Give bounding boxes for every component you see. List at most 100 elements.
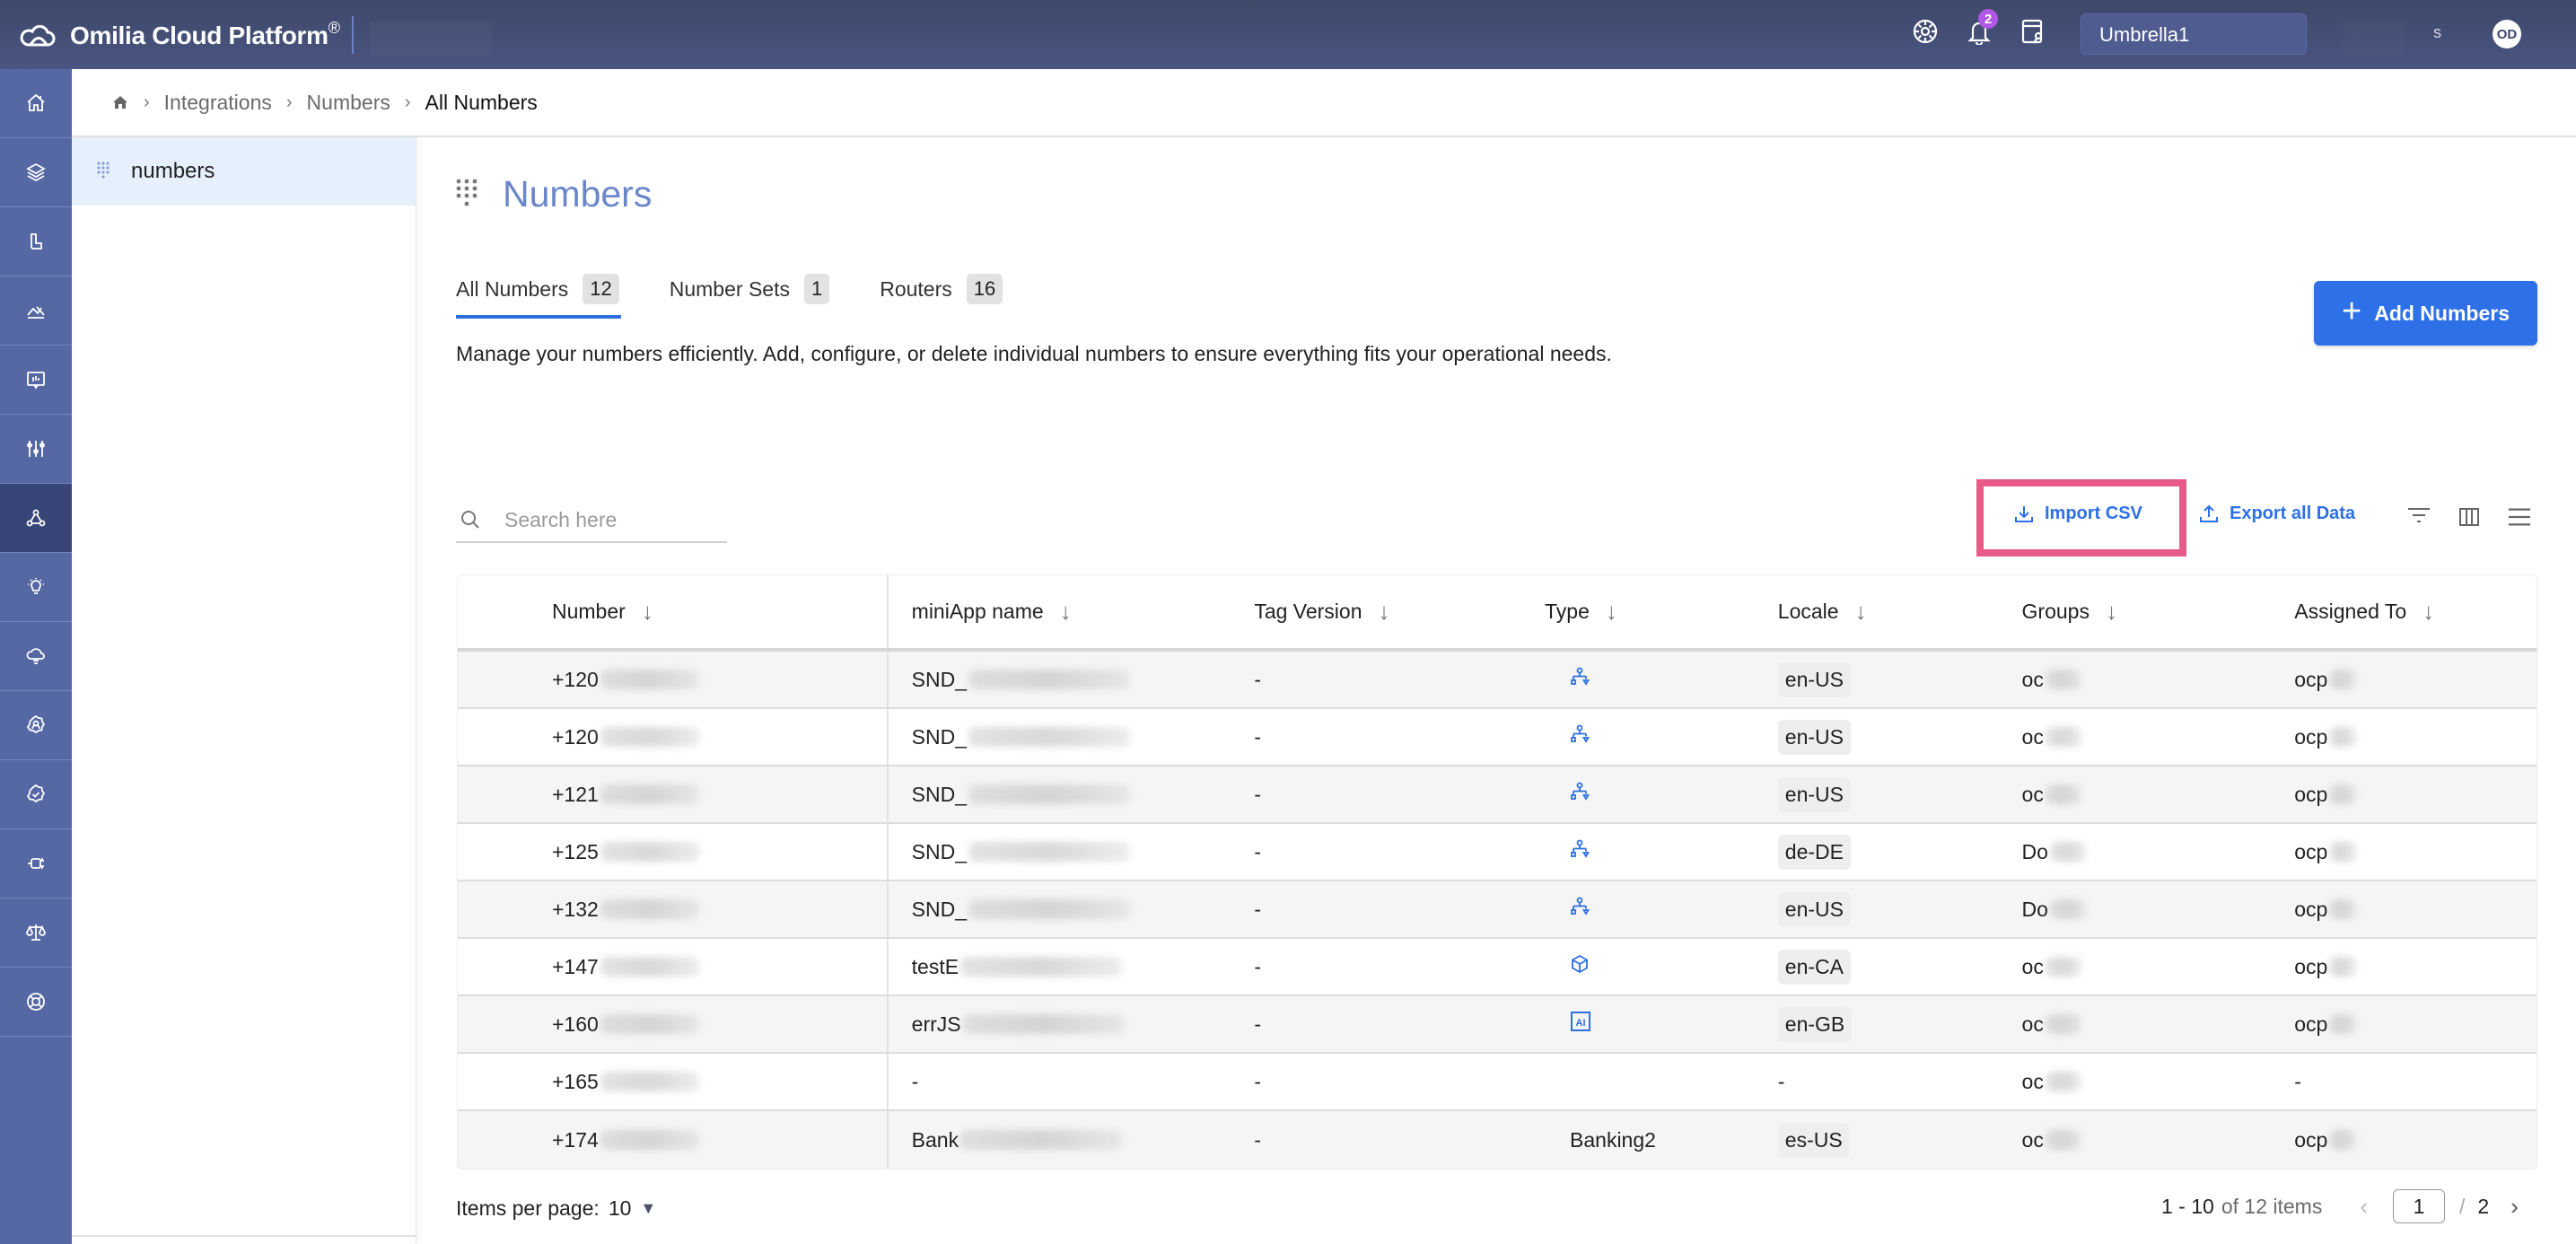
connector-icon bbox=[28, 858, 44, 869]
redacted-text bbox=[2329, 899, 2357, 919]
sort-arrow-icon[interactable]: ↓ bbox=[1855, 598, 1867, 626]
redacted-text bbox=[2329, 727, 2357, 747]
breadcrumb-numbers[interactable]: Numbers bbox=[307, 91, 390, 115]
table-row[interactable]: +174 Bank - Banking2 es-US oc ocp bbox=[458, 1111, 2537, 1169]
column-groups[interactable]: Groups ↓ bbox=[2022, 575, 2295, 648]
tab-number-sets[interactable]: Number Sets 1 bbox=[670, 268, 830, 310]
filter-icon[interactable] bbox=[2407, 505, 2431, 529]
user-avatar[interactable]: OD bbox=[2493, 20, 2521, 48]
locale-chip: en-US bbox=[1777, 661, 1851, 697]
rail-item-layers[interactable] bbox=[0, 138, 72, 207]
sort-arrow-icon[interactable]: ↓ bbox=[2423, 598, 2434, 626]
cell-assigned-to: ocp bbox=[2294, 709, 2537, 765]
tenant-selector[interactable]: Umbrella1 bbox=[2081, 13, 2307, 55]
redacted-text bbox=[960, 1130, 1123, 1150]
rail-item-cloud[interactable] bbox=[0, 622, 72, 691]
rail-item-integrations[interactable] bbox=[0, 484, 72, 553]
prev-page-icon[interactable]: ‹ bbox=[2360, 1193, 2368, 1221]
upload-icon bbox=[2200, 504, 2218, 522]
groups-value: oc bbox=[2021, 1127, 2044, 1152]
export-all-data-button[interactable]: Export all Data bbox=[2199, 504, 2355, 524]
cell-groups: Do bbox=[2022, 824, 2295, 880]
rail-item-home[interactable] bbox=[0, 69, 72, 138]
license-key-icon[interactable] bbox=[2020, 16, 2046, 47]
breadcrumb-integrations[interactable]: Integrations bbox=[164, 91, 272, 115]
table-row[interactable]: +125 SND_ - de-DE Do ocp bbox=[458, 824, 2537, 881]
cell-assigned-to: ocp bbox=[2294, 652, 2537, 707]
cell-groups: oc bbox=[2022, 709, 2295, 765]
redacted-text bbox=[968, 784, 1131, 804]
rail-item-insights[interactable] bbox=[0, 553, 72, 622]
table-row[interactable]: +165 - - - oc - bbox=[458, 1054, 2537, 1111]
column-locale[interactable]: Locale ↓ bbox=[1778, 575, 2022, 648]
rail-item-analytics[interactable] bbox=[0, 276, 72, 346]
rail-item-monitor[interactable] bbox=[0, 346, 72, 415]
rail-item-connector[interactable] bbox=[0, 829, 72, 898]
redacted-header-field bbox=[370, 22, 492, 56]
density-menu-icon[interactable] bbox=[2508, 505, 2531, 529]
add-numbers-label: Add Numbers bbox=[2374, 301, 2510, 325]
locale-chip: es-US bbox=[1777, 1122, 1850, 1158]
rail-item-bots[interactable] bbox=[0, 207, 72, 276]
help-wheel-icon[interactable] bbox=[1912, 16, 1939, 47]
cell-groups: oc bbox=[2022, 939, 2295, 994]
table-row[interactable]: +120 SND_ - en-US oc ocp bbox=[458, 709, 2537, 767]
tag-version-value: - bbox=[1254, 954, 1261, 978]
cell-type: AI bbox=[1534, 996, 1778, 1052]
cell-assigned-to: ocp bbox=[2294, 939, 2537, 994]
table-row[interactable]: +120 SND_ - en-US oc ocp bbox=[458, 652, 2537, 709]
sort-arrow-icon[interactable]: ↓ bbox=[1379, 598, 1390, 626]
redacted-text bbox=[2329, 957, 2357, 977]
page-number-input[interactable] bbox=[2393, 1189, 2445, 1223]
tab-all-numbers[interactable]: All Numbers 12 bbox=[456, 268, 621, 319]
subnav-item-numbers[interactable]: numbers bbox=[72, 137, 416, 206]
tab-routers[interactable]: Routers 16 bbox=[880, 268, 1003, 310]
items-per-page-value[interactable]: 10 bbox=[609, 1196, 632, 1221]
rail-item-compliance[interactable] bbox=[0, 898, 72, 968]
page-separator: / bbox=[2459, 1194, 2466, 1218]
tag-version-value: - bbox=[1254, 1012, 1261, 1036]
caret-down-icon[interactable]: ▼ bbox=[640, 1199, 656, 1218]
search-input[interactable] bbox=[504, 507, 720, 532]
cell-type bbox=[1534, 824, 1778, 880]
locale-chip: en-US bbox=[1777, 891, 1851, 927]
table-row[interactable]: +132 SND_ - en-US Do ocp bbox=[458, 881, 2537, 939]
column-miniapp-name[interactable]: miniApp name ↓ bbox=[889, 575, 1248, 648]
cell-tag-version: - bbox=[1247, 1111, 1534, 1169]
search-field[interactable] bbox=[456, 498, 727, 543]
rail-item-settings[interactable] bbox=[0, 415, 72, 484]
notifications-bell-icon[interactable]: 2 bbox=[1966, 9, 1998, 47]
router-flow-icon bbox=[1570, 839, 1590, 864]
brand[interactable]: Omilia Cloud Platform® bbox=[18, 18, 340, 50]
sort-arrow-icon[interactable]: ↓ bbox=[2106, 598, 2117, 626]
redacted-text bbox=[2045, 1014, 2081, 1034]
table-row[interactable]: +147 testE - en-CA oc ocp bbox=[458, 939, 2537, 996]
table-row[interactable]: +121 SND_ - en-US oc ocp bbox=[458, 767, 2537, 824]
redacted-user-name bbox=[2343, 20, 2404, 56]
redacted-text bbox=[2045, 957, 2081, 977]
column-assigned-to[interactable]: Assigned To ↓ bbox=[2294, 575, 2537, 648]
cell-miniapp-name: SND_ bbox=[889, 824, 1248, 880]
add-numbers-button[interactable]: + Add Numbers bbox=[2314, 281, 2537, 346]
column-number[interactable]: Number ↓ bbox=[458, 575, 889, 648]
cell-assigned-to: ocp bbox=[2294, 1111, 2537, 1169]
sort-arrow-icon[interactable]: ↓ bbox=[642, 598, 653, 626]
column-tag-version[interactable]: Tag Version ↓ bbox=[1247, 575, 1534, 648]
rail-item-user-settings[interactable] bbox=[0, 691, 72, 760]
column-type[interactable]: Type ↓ bbox=[1534, 575, 1778, 648]
next-page-icon[interactable]: › bbox=[2510, 1193, 2519, 1221]
columns-icon[interactable] bbox=[2458, 505, 2481, 529]
breadcrumb-current: All Numbers bbox=[425, 90, 538, 114]
cell-type bbox=[1534, 652, 1778, 707]
import-csv-button[interactable]: Import CSV bbox=[2014, 504, 2142, 524]
rail-item-verified[interactable] bbox=[0, 760, 72, 829]
sort-arrow-icon[interactable]: ↓ bbox=[1060, 598, 1072, 626]
sort-arrow-icon[interactable]: ↓ bbox=[1606, 598, 1617, 626]
breadcrumb-home-icon[interactable] bbox=[111, 93, 129, 111]
items-per-page[interactable]: Items per page: 10 ▼ bbox=[456, 1196, 656, 1221]
rail-item-support[interactable] bbox=[0, 968, 72, 1037]
redacted-text bbox=[2045, 1130, 2081, 1150]
chevron-right-icon: › bbox=[285, 92, 293, 112]
table-row[interactable]: +160 errJS - AI en-GB oc ocp bbox=[458, 996, 2537, 1054]
cell-locale: en-CA bbox=[1777, 939, 2022, 994]
